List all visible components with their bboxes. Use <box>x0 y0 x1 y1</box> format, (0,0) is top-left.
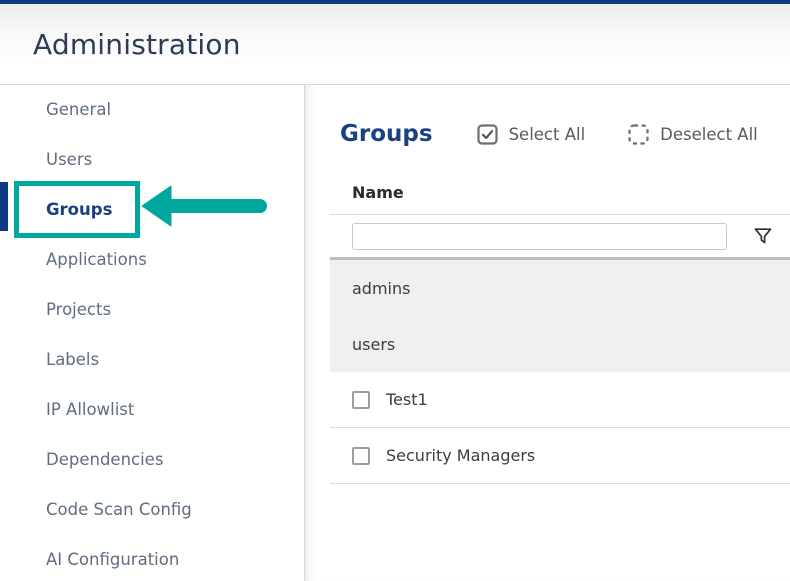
content-panel: Groups Select All Deselect All <box>305 85 790 581</box>
name-column-header: Name <box>330 183 404 202</box>
deselect-all-label: Deselect All <box>660 125 758 144</box>
sidebar-nav-list: GeneralUsersGroupsApplicationsProjectsLa… <box>0 85 304 581</box>
sidebar-item-labels[interactable]: Labels <box>0 335 304 385</box>
page-title: Administration <box>33 28 241 61</box>
groups-table: Name admins users Test1 Security Managers <box>330 170 790 484</box>
funnel-filter-icon[interactable] <box>753 226 773 246</box>
main-layout: GeneralUsersGroupsApplicationsProjectsLa… <box>0 85 790 581</box>
group-name-label: Test1 <box>386 390 428 409</box>
sidebar-item-applications[interactable]: Applications <box>0 235 304 285</box>
group-name-label: Security Managers <box>386 446 535 465</box>
table-header-row: Name <box>330 170 790 215</box>
name-filter-input[interactable] <box>352 223 727 250</box>
row-checkbox[interactable] <box>352 391 370 409</box>
sidebar-item-projects[interactable]: Projects <box>0 285 304 335</box>
sidebar-item-dependencies[interactable]: Dependencies <box>0 435 304 485</box>
sidebar-item-ip-allowlist[interactable]: IP Allowlist <box>0 385 304 435</box>
select-all-button[interactable]: Select All <box>477 124 586 145</box>
dashed-square-icon <box>628 124 649 145</box>
sidebar-item-users[interactable]: Users <box>0 135 304 185</box>
table-row: users <box>330 316 790 372</box>
sidebar-item-code-scan-config[interactable]: Code Scan Config <box>0 485 304 535</box>
group-name-label: users <box>352 335 395 354</box>
table-filter-row <box>330 215 790 260</box>
active-nav-indicator <box>0 182 8 231</box>
select-all-label: Select All <box>509 125 586 144</box>
sidebar-item-groups[interactable]: Groups <box>0 185 304 235</box>
table-row[interactable]: Test1 <box>330 372 790 428</box>
admin-sidebar-nav: GeneralUsersGroupsApplicationsProjectsLa… <box>0 85 305 581</box>
content-header: Groups Select All Deselect All <box>340 116 790 152</box>
table-row: admins <box>330 260 790 316</box>
group-rows-container: admins users Test1 Security Managers <box>330 260 790 484</box>
group-name-label: admins <box>352 279 410 298</box>
sidebar-item-general[interactable]: General <box>0 85 304 135</box>
row-checkbox[interactable] <box>352 447 370 465</box>
deselect-all-button[interactable]: Deselect All <box>628 124 758 145</box>
sidebar-item-ai-configuration[interactable]: AI Configuration <box>0 535 304 581</box>
table-row[interactable]: Security Managers <box>330 428 790 484</box>
app-header: Administration <box>0 4 790 84</box>
checked-square-icon <box>477 124 498 145</box>
groups-section-title: Groups <box>340 121 433 147</box>
